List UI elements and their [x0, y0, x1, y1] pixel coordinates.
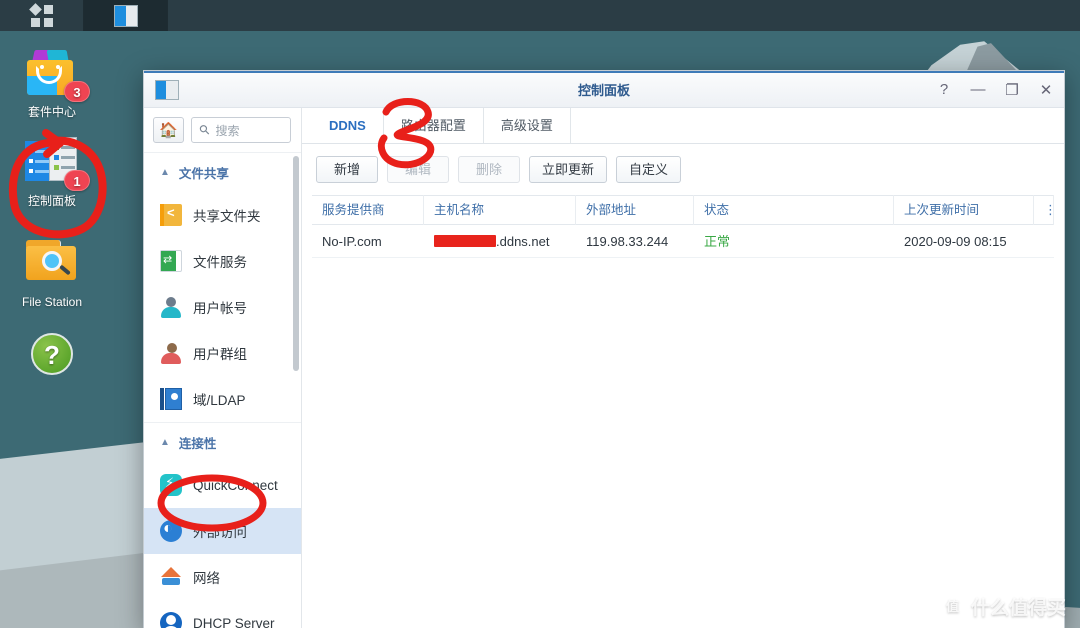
control-panel-icon [113, 4, 138, 27]
sidebar-item-label: 用户群组 [193, 347, 247, 362]
column-header-status[interactable]: 状态 [694, 195, 894, 225]
sidebar-item-label: 用户帐号 [193, 301, 247, 316]
sidebar-toolbar: 🏠 ⚲ 搜索 [144, 108, 301, 152]
ddns-table: 服务提供商 主机名称 外部地址 状态 上次更新时间 ⋮ No-IP.com .d… [312, 195, 1057, 258]
page-title: 控制面板 [577, 82, 630, 98]
sidebar-item-label: 网络 [193, 571, 220, 586]
home-button[interactable]: 🏠 [153, 117, 184, 143]
desktop-icon-label: 套件中心 [27, 105, 76, 119]
search-icon: ⚲ [195, 120, 214, 139]
sidebar-item-user-group[interactable]: 用户群组 [144, 330, 301, 376]
help-button[interactable]: ? [936, 81, 952, 98]
tab-advanced-settings[interactable]: 高级设置 [484, 108, 571, 143]
dhcp-server-icon [160, 612, 182, 628]
chevron-up-icon: ▲ [160, 437, 170, 448]
table-row[interactable]: No-IP.com .ddns.net 119.98.33.244 正常 202… [312, 225, 1054, 258]
domain-ldap-icon [160, 388, 182, 410]
status-badge: 正常 [704, 233, 731, 249]
sidebar-item-label: DHCP Server [193, 615, 275, 628]
column-header-provider[interactable]: 服务提供商 [312, 195, 424, 225]
table-header-row: 服务提供商 主机名称 外部地址 状态 上次更新时间 ⋮ [312, 195, 1057, 225]
sidebar-item-dhcp-server[interactable]: DHCP Server [144, 600, 301, 628]
sidebar-item-shared-folder[interactable]: 共享文件夹 [144, 192, 301, 238]
edit-button[interactable]: 编辑 [387, 156, 449, 183]
control-panel-badge: 1 [64, 170, 90, 191]
search-placeholder: 搜索 [215, 123, 240, 138]
cell-external-address: 119.98.33.244 [586, 233, 669, 249]
cell-hostname: .ddns.net [424, 225, 576, 258]
quickconnect-icon [160, 474, 182, 496]
column-header-external-address[interactable]: 外部地址 [576, 195, 694, 225]
shared-folder-icon [160, 204, 182, 226]
kebab-menu-icon[interactable]: ⋮ [1034, 195, 1057, 225]
home-icon: 🏠 [159, 121, 178, 139]
sidebar-item-file-service[interactable]: 文件服务 [144, 238, 301, 284]
user-group-icon [160, 342, 182, 364]
sidebar-item-label: 外部访问 [193, 525, 247, 540]
customize-button[interactable]: 自定义 [616, 156, 682, 183]
network-icon [160, 566, 182, 588]
minimize-button[interactable]: — [970, 81, 986, 98]
sidebar-item-label: QuickConnect [193, 477, 278, 493]
sidebar: 🏠 ⚲ 搜索 ▲ 文件共享 共享文件夹 文件服务 用户 [144, 108, 302, 628]
desktop-icon-package-center[interactable]: 3 套件中心 [0, 48, 104, 120]
desktop-icon-file-station[interactable]: File Station [0, 238, 104, 310]
maximize-button[interactable]: ❐ [1004, 81, 1020, 99]
desktop-icon-control-panel[interactable]: 1 控制面板 [0, 137, 104, 209]
search-input[interactable]: ⚲ 搜索 [191, 117, 291, 143]
file-service-icon [160, 250, 182, 272]
sidebar-item-domain-ldap[interactable]: 域/LDAP [144, 376, 301, 422]
desktop-icon-label: 控制面板 [27, 194, 76, 208]
tab-ddns[interactable]: DDNS [312, 108, 384, 143]
close-button[interactable]: ✕ [1038, 81, 1054, 99]
delete-button[interactable]: 删除 [458, 156, 520, 183]
control-panel-window: 控制面板 ? — ❐ ✕ 🏠 ⚲ 搜索 ▲ 文件共享 < 共享文件夹 ⇄ 文件服… [143, 70, 1065, 628]
file-station-icon [24, 238, 80, 290]
sidebar-item-external-access[interactable]: 外部访问 [144, 508, 301, 554]
sidebar-group-connectivity[interactable]: ▲ 连接性 [144, 422, 301, 462]
content-pane: DDNS 路由器配置 高级设置 新增 编辑 删除 立即更新 自定义 服务提供商 … [302, 108, 1064, 628]
hostname-suffix: .ddns.net [496, 233, 550, 249]
redaction-bar [434, 234, 496, 247]
tab-router-config[interactable]: 路由器配置 [384, 108, 484, 143]
sidebar-item-user-account[interactable]: 用户帐号 [144, 284, 301, 330]
update-now-button[interactable]: 立即更新 [529, 156, 608, 183]
sidebar-item-quickconnect[interactable]: QuickConnect [144, 462, 301, 508]
user-account-icon [160, 296, 182, 318]
package-center-badge: 3 [64, 81, 90, 102]
external-access-icon [160, 520, 182, 542]
help-icon: ? [24, 333, 80, 377]
package-center-icon: 3 [24, 48, 90, 102]
tab-bar: DDNS 路由器配置 高级设置 [302, 108, 1064, 144]
sidebar-group-file-sharing[interactable]: ▲ 文件共享 [144, 152, 301, 192]
desktop-icon-help[interactable]: ? [0, 333, 104, 382]
sidebar-group-label: 连接性 [178, 437, 217, 451]
sidebar-item-network[interactable]: 网络 [144, 554, 301, 600]
cell-last-update: 2020-09-09 08:15 [904, 233, 1007, 249]
watermark: 值 什么值得买 [940, 593, 1066, 620]
column-header-last-update[interactable]: 上次更新时间 [894, 195, 1034, 225]
control-panel-icon: 1 [24, 137, 90, 191]
watermark-badge: 值 [940, 595, 964, 618]
sidebar-group-label: 文件共享 [178, 167, 229, 181]
tiles-icon [28, 2, 53, 27]
chevron-up-icon: ▲ [160, 167, 170, 178]
cell-provider: No-IP.com [322, 233, 382, 249]
window-titlebar[interactable]: 控制面板 ? — ❐ ✕ [144, 71, 1064, 108]
sidebar-item-label: 共享文件夹 [193, 209, 261, 224]
column-header-hostname[interactable]: 主机名称 [424, 195, 576, 225]
sidebar-item-label: 域/LDAP [193, 393, 246, 408]
desktop-icon-label: File Station [21, 295, 83, 309]
content-toolbar: 新增 编辑 删除 立即更新 自定义 [302, 144, 1064, 195]
add-button[interactable]: 新增 [316, 156, 378, 183]
sidebar-item-label: 文件服务 [193, 255, 247, 270]
taskbar [0, 0, 1080, 31]
taskbar-main-menu-button[interactable] [0, 0, 84, 31]
watermark-text: 什么值得买 [970, 598, 1066, 619]
taskbar-item-control-panel[interactable] [84, 0, 168, 31]
sidebar-scrollbar[interactable] [293, 156, 299, 371]
